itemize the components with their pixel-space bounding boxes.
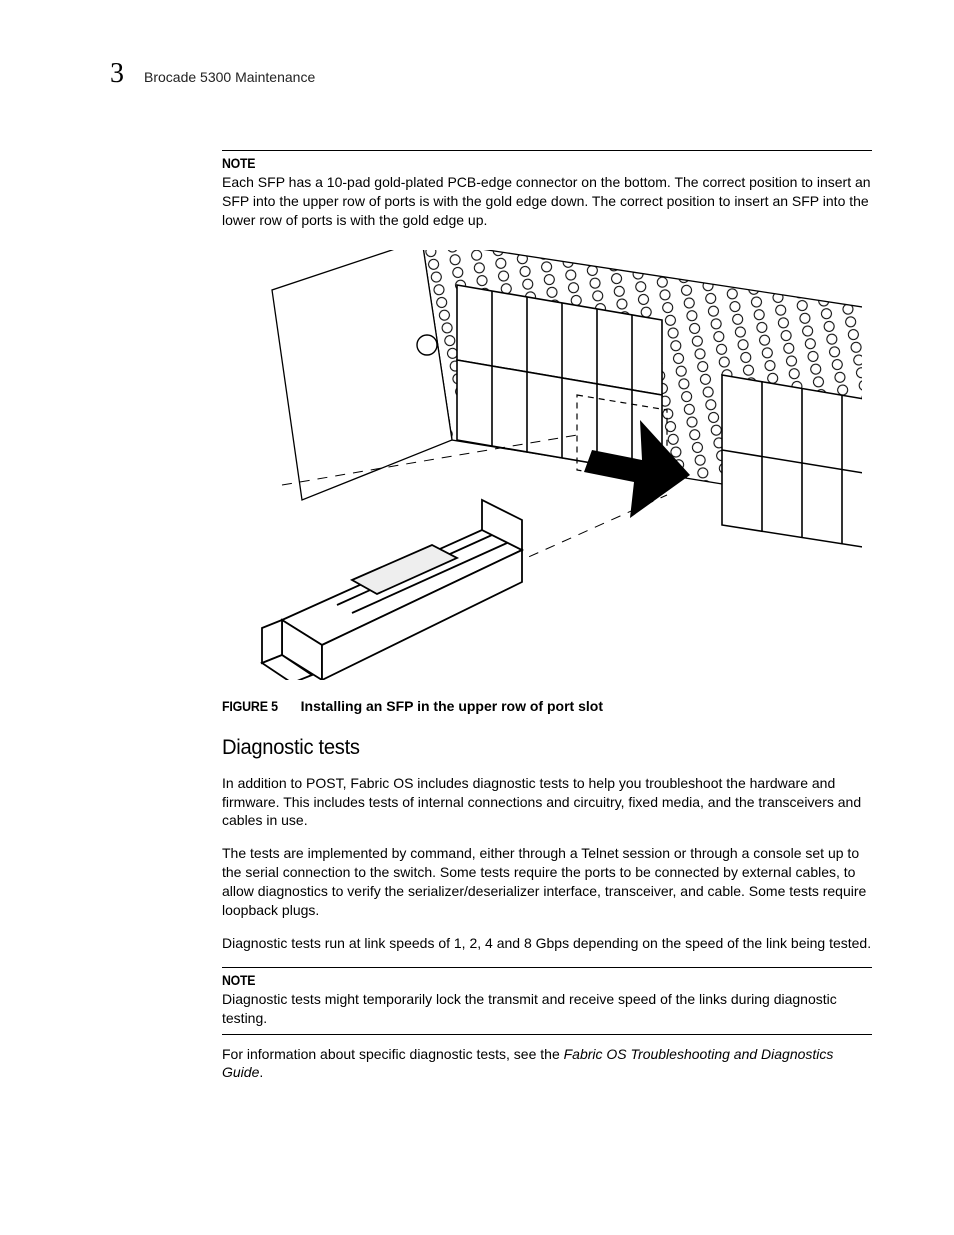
page-header: 3 Brocade 5300 Maintenance (110, 58, 874, 90)
closing-paragraph: For information about specific diagnosti… (222, 1045, 872, 1083)
paragraph: The tests are implemented by command, ei… (222, 844, 872, 920)
note-label: NOTE (222, 155, 794, 171)
note-rule-top (222, 150, 872, 151)
note-text: Each SFP has a 10-pad gold-plated PCB-ed… (222, 173, 872, 230)
sfp-install-diagram-icon (222, 250, 862, 680)
figure-title: Installing an SFP in the upper row of po… (301, 698, 603, 714)
note-label: NOTE (222, 972, 794, 988)
page-content: NOTE Each SFP has a 10-pad gold-plated P… (222, 150, 872, 1082)
paragraph: In addition to POST, Fabric OS includes … (222, 774, 872, 831)
figure-number: FIGURE 5 (222, 699, 278, 714)
closing-prefix: For information about specific diagnosti… (222, 1046, 564, 1062)
note-text: Diagnostic tests might temporarily lock … (222, 990, 872, 1028)
closing-suffix: . (259, 1064, 263, 1080)
figure-sfp-install (222, 250, 862, 680)
chapter-number: 3 (110, 58, 124, 90)
figure-caption: FIGURE 5 Installing an SFP in the upper … (222, 698, 872, 714)
section-heading-diagnostic-tests: Diagnostic tests (222, 736, 846, 760)
note-rule-bottom (222, 1034, 872, 1035)
paragraph: Diagnostic tests run at link speeds of 1… (222, 934, 872, 953)
chapter-title: Brocade 5300 Maintenance (144, 69, 315, 85)
note-rule-top (222, 967, 872, 968)
